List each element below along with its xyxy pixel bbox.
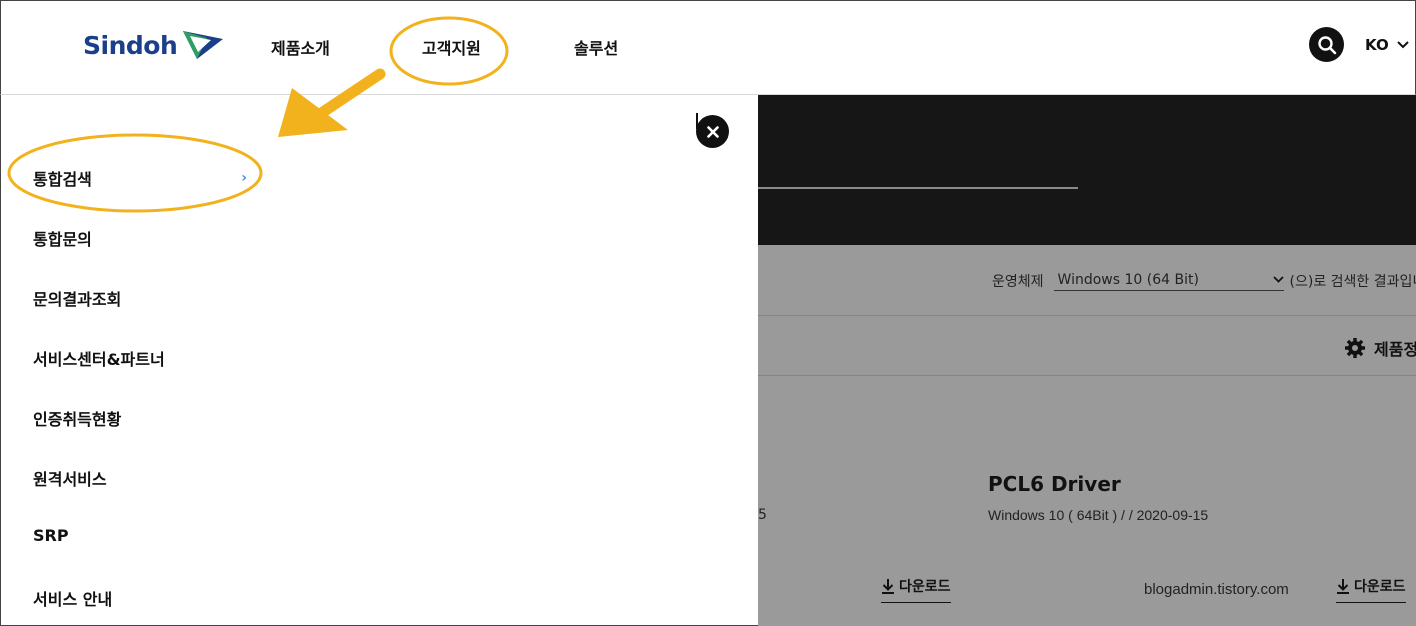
language-label: KO [1365, 36, 1389, 54]
divider [758, 315, 1416, 316]
divider [758, 375, 1416, 376]
chevron-down-icon [1396, 41, 1409, 49]
menu-item-unified-inquiry[interactable]: 통합문의 [33, 226, 92, 250]
search-button[interactable] [1309, 27, 1344, 62]
partial-driver-meta: 5 [758, 507, 767, 523]
nav-solutions[interactable]: 솔루션 [574, 35, 618, 59]
menu-item-srp[interactable]: SRP [33, 526, 69, 545]
chevron-down-icon [1272, 276, 1284, 283]
close-menu-button[interactable] [696, 115, 729, 148]
product-info-link[interactable]: 제품정 [1344, 336, 1416, 360]
download-button[interactable]: 다운로드 [1336, 576, 1406, 603]
search-result-note: (으)로 검색한 결과입니 [1289, 274, 1416, 290]
driver-content: 운영체제 Windows 10 (64 Bit) (으)로 검색한 결과입니 제… [758, 245, 1416, 626]
product-info-label: 제품정 [1374, 340, 1416, 359]
download-icon [1337, 579, 1349, 594]
menu-item-service-guide[interactable]: 서비스 안내 [33, 586, 112, 610]
driver-meta: Windows 10 ( 64Bit ) / / 2020-09-15 [988, 507, 1209, 523]
logo[interactable]: Sindoh [83, 29, 225, 61]
driver-title: PCL6 Driver [988, 472, 1121, 496]
close-icon [706, 125, 719, 138]
os-select[interactable]: Windows 10 (64 Bit) [1053, 271, 1284, 291]
gear-icon [1345, 338, 1365, 358]
language-selector[interactable]: KO [1365, 36, 1409, 54]
download-icon [882, 579, 894, 594]
nav-products[interactable]: 제품소개 [271, 35, 330, 59]
download-label: 다운로드 [899, 579, 951, 595]
menu-item-service-center[interactable]: 서비스센터&파트너 [33, 346, 165, 370]
search-icon [1317, 35, 1336, 54]
logo-mark-icon [183, 31, 224, 59]
menu-item-remote-service[interactable]: 원격서비스 [33, 466, 107, 490]
background-page: 운영체제 Windows 10 (64 Bit) (으)로 검색한 결과입니 제… [758, 95, 1416, 626]
watermark-text: blogadmin.tistory.com [1144, 581, 1289, 598]
os-filter-row: 운영체제 Windows 10 (64 Bit) (으)로 검색한 결과입니 [992, 271, 1416, 291]
chevron-right-icon: › [241, 170, 247, 186]
nav-support[interactable]: 고객지원 [422, 35, 481, 59]
os-select-value: Windows 10 (64 Bit) [1057, 271, 1199, 288]
logo-text: Sindoh [83, 30, 178, 60]
menu-item-label: 통합검색 [33, 170, 92, 189]
menu-item-unified-search[interactable]: 통합검색 › [33, 166, 247, 190]
download-label: 다운로드 [1354, 579, 1406, 595]
page-banner [758, 95, 1416, 245]
os-label: 운영체제 [992, 274, 1044, 290]
banner-underline [758, 187, 1078, 189]
site-header: Sindoh 제품소개 고객지원 솔루션 KO [0, 0, 1416, 95]
menu-item-certifications[interactable]: 인증취득현황 [33, 406, 121, 430]
download-button[interactable]: 다운로드 [881, 576, 951, 603]
menu-item-inquiry-results[interactable]: 문의결과조회 [33, 286, 121, 310]
support-side-menu: 통합검색 › 통합문의 문의결과조회 서비스센터&파트너 인증취득현황 원격서비… [0, 95, 758, 626]
